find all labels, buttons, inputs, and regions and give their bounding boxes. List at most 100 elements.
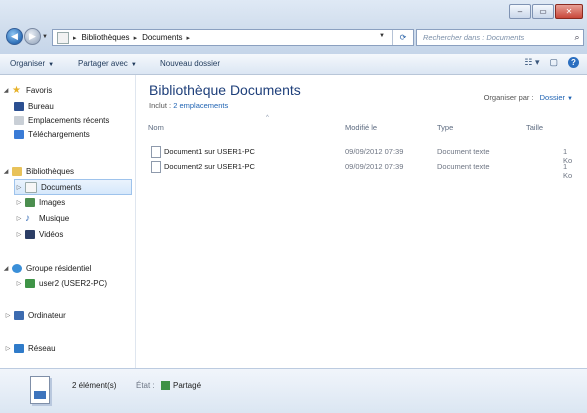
organize-button[interactable]: Organiser ▼ bbox=[10, 59, 54, 68]
text-file-icon bbox=[151, 146, 161, 158]
expand-icon[interactable]: ▷ bbox=[15, 184, 23, 191]
preview-pane-icon[interactable]: ▢ bbox=[549, 57, 558, 68]
navigation-pane: ◢ ★ Favoris Bureau Emplacements récents … bbox=[0, 75, 136, 368]
sort-indicator-icon: ^ bbox=[266, 115, 269, 121]
column-header-type[interactable]: Type bbox=[437, 123, 453, 132]
breadcrumb-separator-icon[interactable]: ▸ bbox=[134, 34, 138, 42]
expand-icon[interactable]: ▷ bbox=[15, 280, 23, 287]
breadcrumb-libraries[interactable]: Bibliothèques bbox=[82, 33, 130, 42]
tree-label: user2 (USER2-PC) bbox=[39, 278, 108, 288]
locations-link[interactable]: 2 emplacements bbox=[173, 101, 228, 110]
tree-homegroup[interactable]: ◢ Groupe résidentiel bbox=[2, 261, 91, 275]
tree-item-videos[interactable]: ▷ Vidéos bbox=[15, 227, 63, 241]
downloads-icon bbox=[14, 129, 24, 139]
navigation-row: ◀ ▶ ▼ ▸ Bibliothèques ▸ Documents ▸ ▼ ⟳ … bbox=[0, 24, 587, 48]
tree-label: Musique bbox=[39, 213, 70, 223]
text-file-icon bbox=[151, 161, 161, 173]
file-modified: 09/09/2012 07:39 bbox=[345, 162, 404, 171]
expand-icon[interactable]: ▷ bbox=[15, 199, 23, 206]
tree-label: Bureau bbox=[28, 101, 54, 111]
tree-computer[interactable]: ▷ Ordinateur bbox=[4, 308, 66, 322]
breadcrumb-separator-icon[interactable]: ▸ bbox=[73, 34, 77, 42]
tree-favorites[interactable]: ◢ ★ Favoris bbox=[2, 83, 53, 97]
search-input[interactable]: Rechercher dans : Documents bbox=[423, 33, 571, 42]
expand-icon[interactable]: ▷ bbox=[4, 312, 12, 319]
arrange-label: Organiser par : bbox=[483, 93, 534, 102]
window-controls: – ▭ ✕ bbox=[508, 4, 583, 19]
collapse-icon[interactable]: ◢ bbox=[2, 87, 10, 94]
explorer-window: – ▭ ✕ ◀ ▶ ▼ ▸ Bibliothèques ▸ Documents … bbox=[0, 0, 587, 413]
breadcrumb-documents[interactable]: Documents bbox=[142, 33, 182, 42]
column-header-name[interactable]: Nom bbox=[148, 123, 164, 132]
documents-icon bbox=[25, 181, 37, 193]
tree-label: Favoris bbox=[26, 85, 53, 95]
new-folder-button[interactable]: Nouveau dossier bbox=[160, 59, 220, 68]
chevron-down-icon[interactable]: ▼ bbox=[567, 96, 573, 102]
refresh-button[interactable]: ⟳ bbox=[392, 30, 413, 45]
tree-label: Bibliothèques bbox=[26, 166, 75, 176]
file-size: 1 Ko bbox=[563, 162, 573, 180]
close-button[interactable]: ✕ bbox=[555, 4, 583, 19]
maximize-button[interactable]: ▭ bbox=[532, 4, 554, 19]
tree-network[interactable]: ▷ Réseau bbox=[4, 341, 56, 355]
title-bar: – ▭ ✕ ◀ ▶ ▼ ▸ Bibliothèques ▸ Documents … bbox=[0, 0, 587, 54]
tree-item-recent-places[interactable]: Emplacements récents bbox=[12, 113, 109, 127]
search-box[interactable]: Rechercher dans : Documents ⌕ bbox=[416, 29, 584, 46]
address-dropdown-icon[interactable]: ▼ bbox=[379, 33, 385, 39]
file-modified: 09/09/2012 07:39 bbox=[345, 147, 404, 156]
minimize-button[interactable]: – bbox=[509, 4, 531, 19]
address-bar[interactable]: ▸ Bibliothèques ▸ Documents ▸ ▼ ⟳ bbox=[52, 29, 414, 46]
arrange-by: Organiser par : Dossier ▼ bbox=[484, 93, 573, 102]
tree-item-images[interactable]: ▷ Images bbox=[15, 195, 65, 209]
collapse-icon[interactable]: ◢ bbox=[2, 265, 10, 272]
chevron-down-icon: ▼ bbox=[48, 62, 55, 68]
new-folder-label: Nouveau dossier bbox=[160, 59, 221, 68]
back-button[interactable]: ◀ bbox=[6, 28, 23, 45]
pictures-icon bbox=[25, 197, 35, 207]
recent-places-icon bbox=[14, 115, 24, 125]
file-name: Document2 sur USER1-PC bbox=[164, 162, 255, 171]
expand-icon[interactable]: ▷ bbox=[4, 345, 12, 352]
collapse-icon[interactable]: ◢ bbox=[2, 168, 10, 175]
help-icon[interactable]: ? bbox=[568, 57, 579, 68]
tree-item-desktop[interactable]: Bureau bbox=[12, 99, 54, 113]
file-row[interactable]: Document1 sur USER1-PC 09/09/2012 07:39 … bbox=[148, 145, 578, 165]
column-header-size[interactable]: Taille bbox=[526, 123, 543, 132]
view-options-icon[interactable]: ☷ ▾ bbox=[524, 57, 539, 68]
tree-item-downloads[interactable]: Téléchargements bbox=[12, 127, 90, 141]
shared-users-icon bbox=[161, 381, 170, 390]
file-type: Document texte bbox=[437, 147, 490, 156]
videos-icon bbox=[25, 229, 35, 239]
expand-icon[interactable]: ▷ bbox=[15, 231, 23, 238]
organize-label: Organiser bbox=[10, 59, 46, 68]
history-dropdown-icon[interactable]: ▼ bbox=[42, 34, 48, 40]
share-with-button[interactable]: Partager avec ▼ bbox=[78, 59, 137, 68]
tree-item-music[interactable]: ▷ ♪ Musique bbox=[15, 211, 70, 225]
breadcrumb-separator-icon[interactable]: ▸ bbox=[187, 34, 191, 42]
network-icon bbox=[14, 343, 24, 353]
library-includes: Inclut : 2 emplacements bbox=[149, 101, 228, 110]
details-pane: 2 élément(s) État : Partagé bbox=[0, 368, 587, 413]
tree-label: Groupe résidentiel bbox=[26, 263, 92, 273]
search-icon[interactable]: ⌕ bbox=[571, 32, 583, 43]
chevron-down-icon: ▼ bbox=[130, 62, 137, 68]
view-controls: ☷ ▾ ▢ ? bbox=[514, 57, 579, 68]
column-header-modified[interactable]: Modifié le bbox=[345, 123, 377, 132]
share-with-label: Partager avec bbox=[78, 59, 128, 68]
music-icon: ♪ bbox=[25, 212, 30, 224]
arrange-dropdown[interactable]: Dossier bbox=[540, 93, 565, 102]
computer-icon bbox=[14, 310, 24, 320]
file-type: Document texte bbox=[437, 162, 490, 171]
tree-item-documents[interactable]: ▷ Documents bbox=[14, 179, 132, 195]
tree-libraries[interactable]: ◢ Bibliothèques bbox=[2, 164, 74, 178]
tree-label: Emplacements récents bbox=[28, 115, 110, 125]
tree-item-user2[interactable]: ▷ user2 (USER2-PC) bbox=[15, 276, 107, 290]
tree-label: Documents bbox=[41, 182, 82, 192]
documents-library-icon bbox=[30, 376, 50, 404]
desktop-icon bbox=[14, 101, 24, 111]
expand-icon[interactable]: ▷ bbox=[15, 215, 23, 222]
file-row[interactable]: Document2 sur USER1-PC 09/09/2012 07:39 … bbox=[148, 160, 578, 180]
forward-button[interactable]: ▶ bbox=[24, 28, 41, 45]
state-label: État : bbox=[136, 381, 155, 390]
library-icon bbox=[57, 31, 69, 44]
